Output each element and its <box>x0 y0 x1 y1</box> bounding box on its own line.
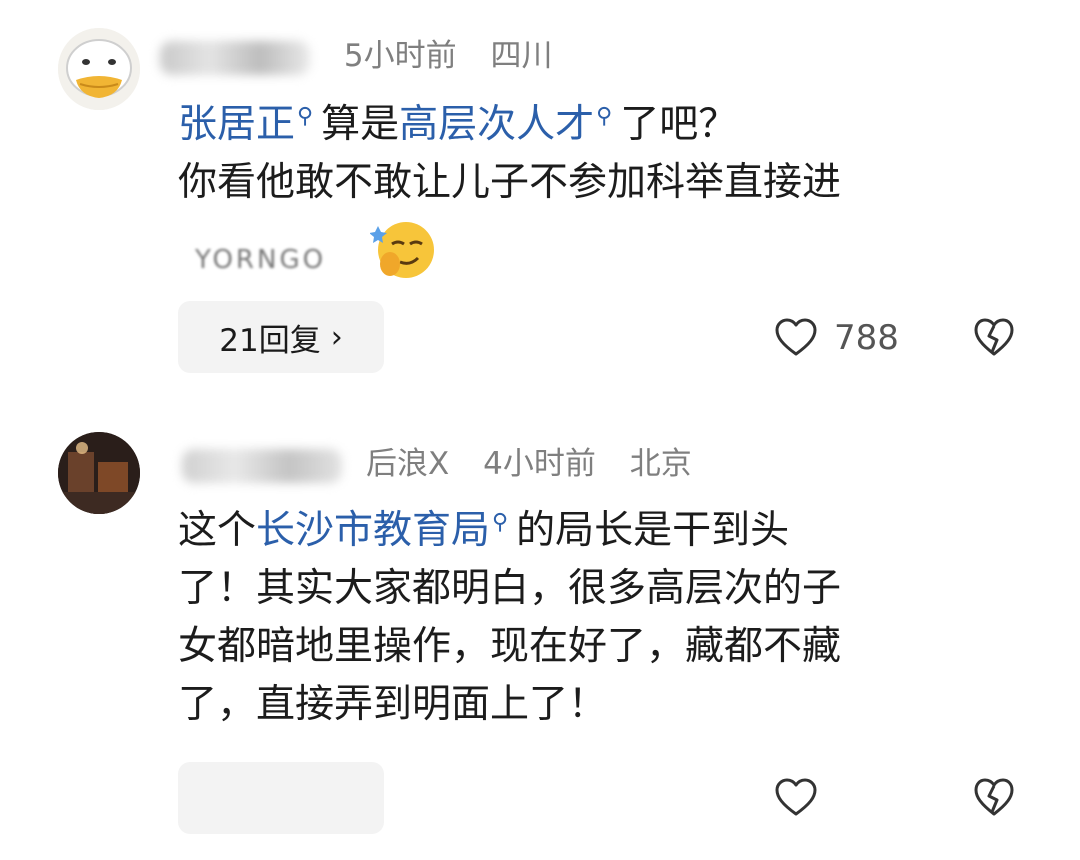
replies-button[interactable]: 21回复 › <box>178 301 384 373</box>
comment-line: 张居正⚲ 算是高层次人才⚲ 了吧？ <box>178 88 1008 154</box>
comment-text: 你看他敢不敢让儿子不参加科举直接进 <box>178 160 842 205</box>
username[interactable]: 后浪X <box>182 446 459 483</box>
comment-text: 了，直接弄到明面上了！ <box>178 682 608 727</box>
heart-outline-icon <box>775 778 817 816</box>
comment-meta: 后浪X 4小时前 北京 <box>182 438 716 483</box>
comment-text: 女都暗地里操作，现在好了，藏都不藏 <box>178 624 842 669</box>
comment-location: 北京 <box>629 446 692 482</box>
comment-text: 算是 <box>321 102 400 147</box>
like-count: 788 <box>834 318 899 358</box>
avatar[interactable] <box>58 432 140 514</box>
comment-body: 张居正⚲ 算是高层次人才⚲ 了吧？ 你看他敢不敢让儿子不参加科举直接进 <box>178 88 1008 212</box>
magnifier-icon[interactable]: ⚲ <box>596 104 612 129</box>
magnifier-icon[interactable]: ⚲ <box>297 104 313 129</box>
username-suffix: 后浪X <box>366 446 450 482</box>
comment-text: 了吧？ <box>620 102 738 147</box>
comment-time: 5小时前 <box>343 38 457 74</box>
comment-line: 女都暗地里操作，现在好了，藏都不藏 <box>178 618 1008 676</box>
comment-location: 四川 <box>490 38 553 74</box>
magnifier-icon[interactable]: ⚲ <box>492 510 508 535</box>
comment-time: 4小时前 <box>483 446 596 482</box>
like-button[interactable] <box>774 778 834 818</box>
dislike-button[interactable] <box>973 318 1015 362</box>
comment-line: 了！其实大家都明白，很多高层次的子 <box>178 560 1008 618</box>
comment-line: 你看他敢不敢让儿子不参加科举直接进 <box>178 154 1008 212</box>
search-link-changsha-education-bureau[interactable]: 长沙市教育局 <box>256 508 490 553</box>
blurred-username[interactable] <box>160 38 344 75</box>
comment-text: 了！其实大家都明白，很多高层次的子 <box>178 566 842 611</box>
replies-button[interactable] <box>178 762 384 834</box>
comment-text: 的局长是干到头 <box>516 508 790 553</box>
comment-2: 后浪X 4小时前 北京 这个长沙市教育局⚲ 的局长是干到头 了！其实大家都明白，很… <box>0 400 1080 860</box>
avatar[interactable] <box>58 28 140 110</box>
comment-1: 5小时前 四川 张居正⚲ 算是高层次人才⚲ 了吧？ 你看他敢不敢让儿子不参加科举直接… <box>0 0 1080 400</box>
broken-heart-icon <box>974 318 1014 356</box>
search-link-high-level-talent[interactable]: 高层次人才 <box>399 102 594 147</box>
comment-text: 这个 <box>178 508 257 553</box>
like-button[interactable]: 788 <box>774 318 899 358</box>
photo-avatar-icon <box>58 432 140 514</box>
comment-meta: 5小时前 四川 <box>160 30 576 75</box>
duck-avatar-icon <box>58 28 140 110</box>
sticker-caption: YORNGO <box>195 245 327 275</box>
heart-outline-icon <box>775 318 817 356</box>
smug-emoji-icon <box>370 222 434 278</box>
search-link-zhang-juzheng[interactable]: 张居正 <box>178 102 295 147</box>
chevron-right-icon: › <box>330 319 343 355</box>
comment-line: 了，直接弄到明面上了！ <box>178 676 1008 734</box>
comment-line: 这个长沙市教育局⚲ 的局长是干到头 <box>178 494 1008 560</box>
broken-heart-icon <box>974 778 1014 816</box>
comment-body: 这个长沙市教育局⚲ 的局长是干到头 了！其实大家都明白，很多高层次的子 女都暗地里… <box>178 494 1008 734</box>
dislike-button[interactable] <box>973 778 1015 822</box>
replies-label: 21回复 <box>219 322 321 359</box>
